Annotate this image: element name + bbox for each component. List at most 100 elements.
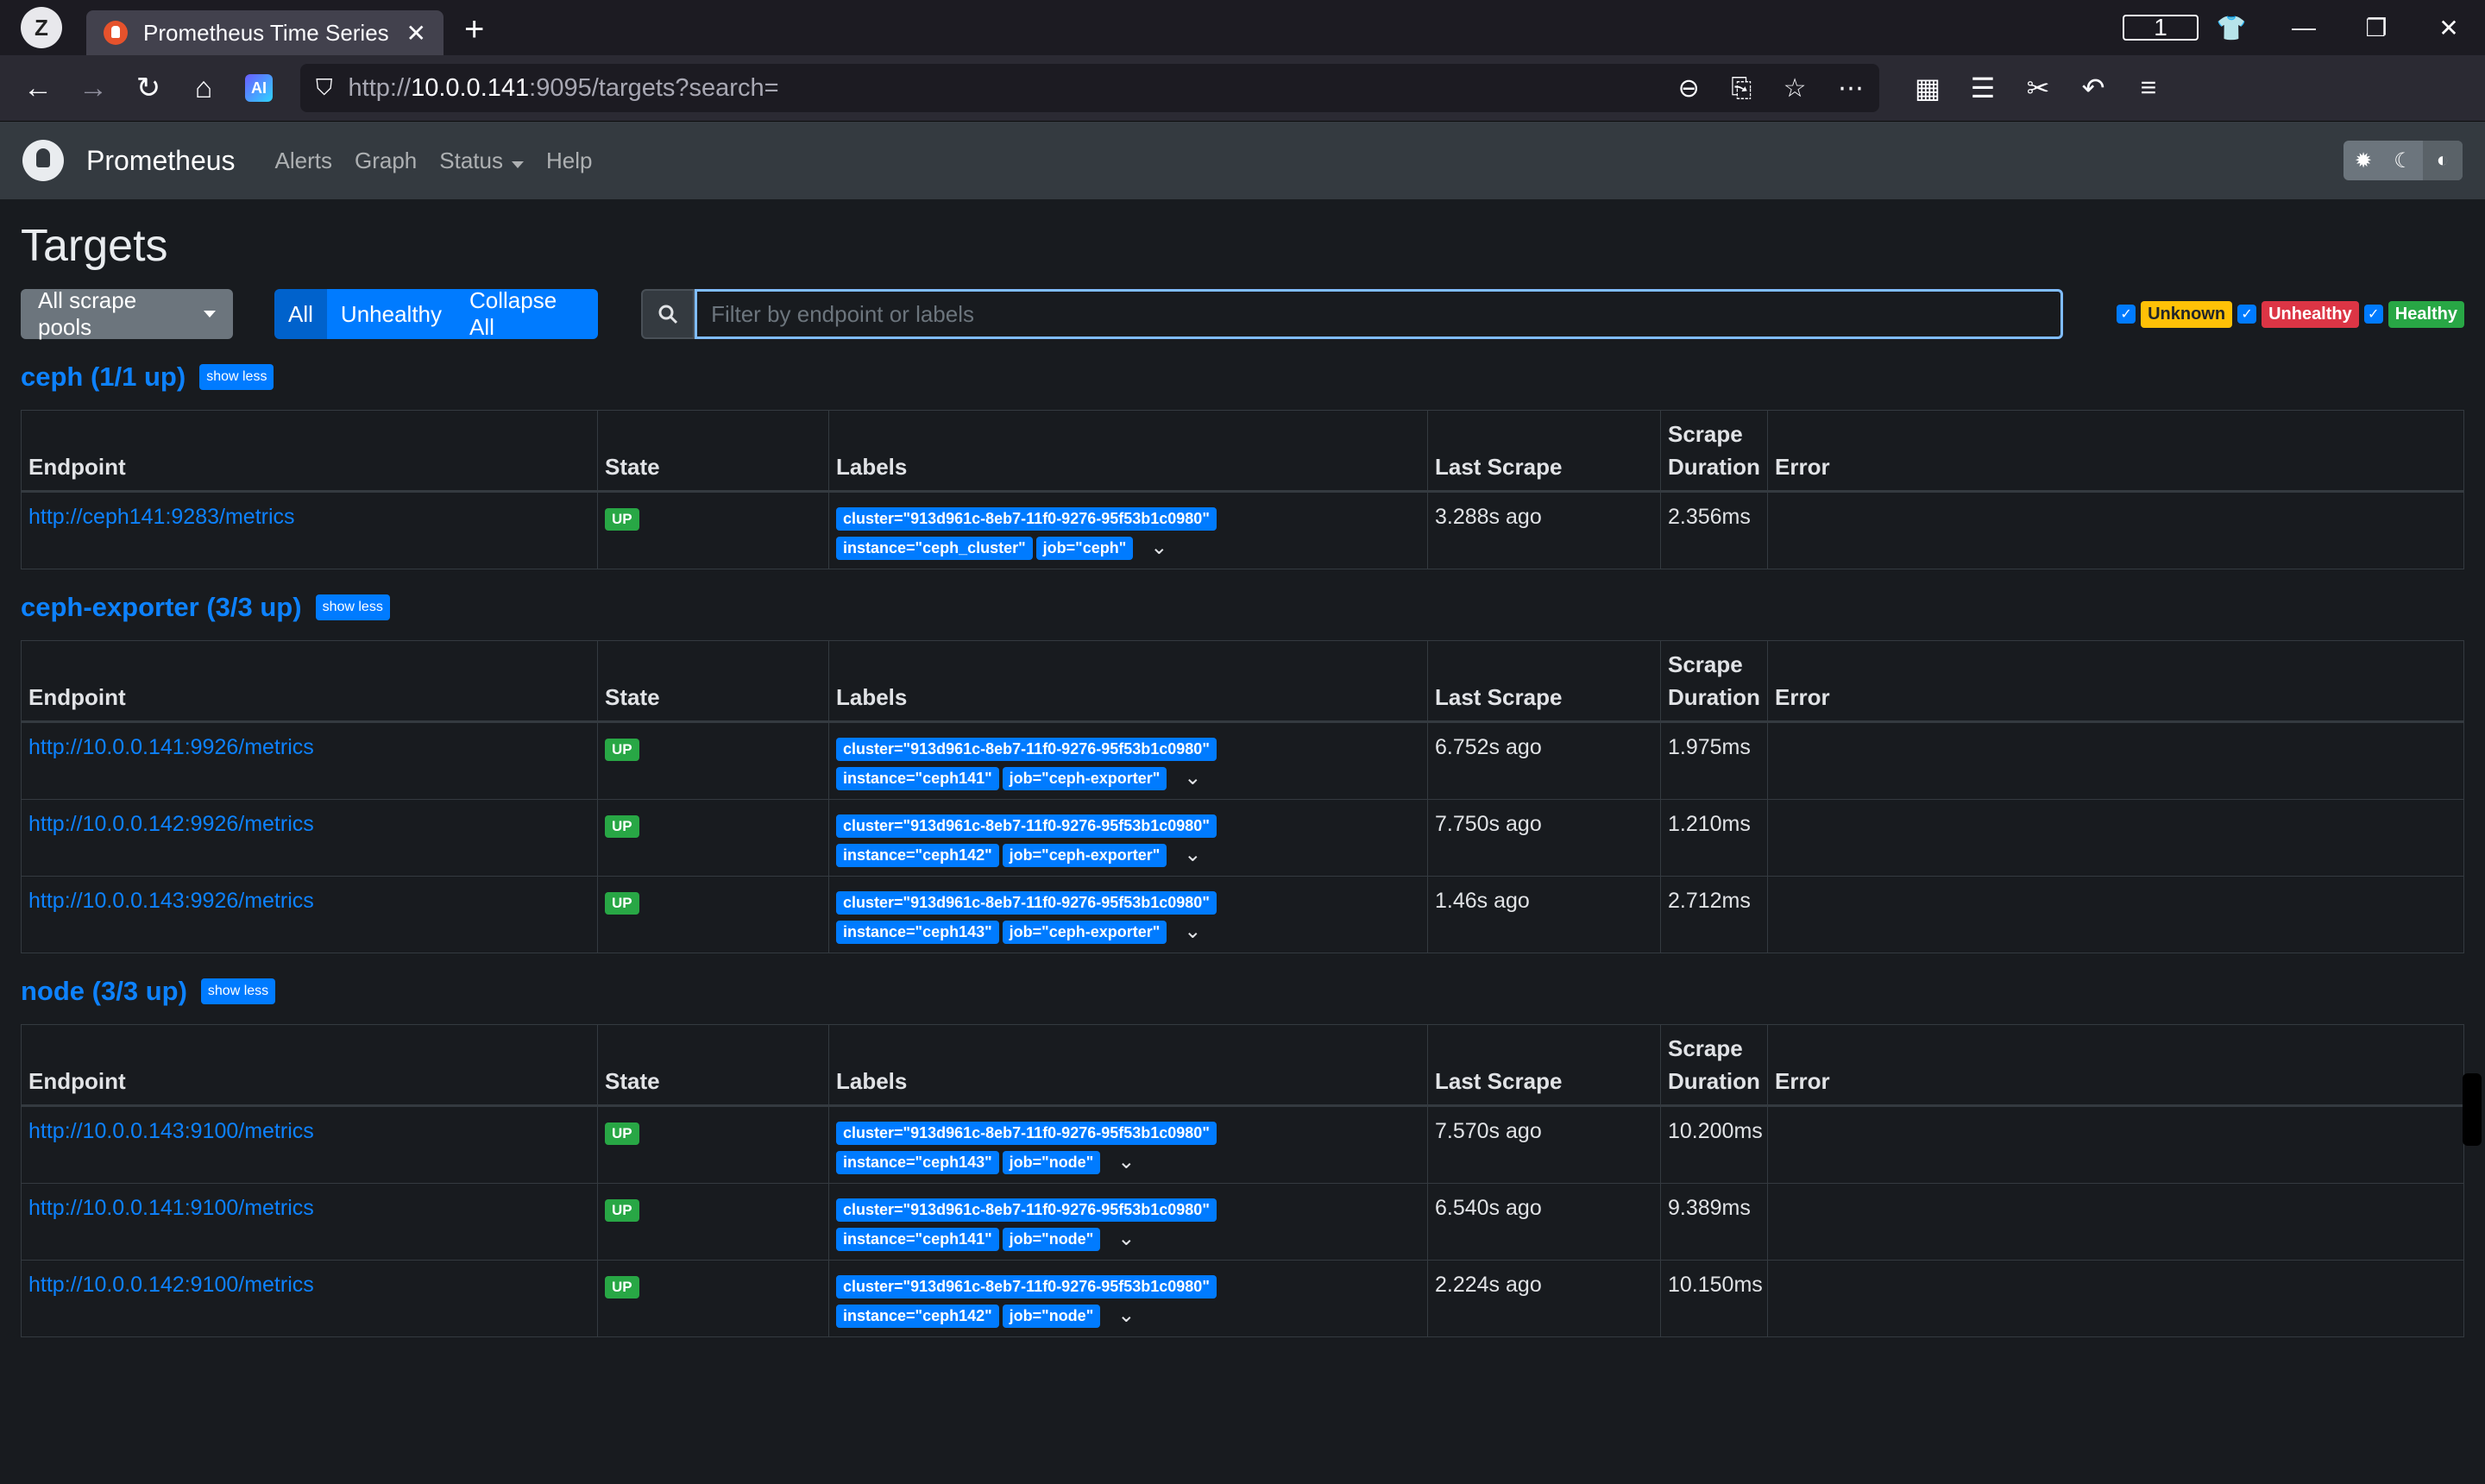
url-text[interactable]: http://10.0.0.141:9095/targets?search= xyxy=(349,74,1651,103)
endpoint-cell: http://10.0.0.142:9100/metrics xyxy=(21,1260,598,1337)
table-row: http://10.0.0.141:9100/metrics UP cluster=… xyxy=(21,1183,2464,1261)
chevron-down-icon[interactable]: ⌄ xyxy=(1184,842,1201,867)
shirt-icon[interactable]: 👕 xyxy=(2195,14,2268,42)
healthy-checkbox[interactable]: ✓ xyxy=(2363,305,2383,324)
chevron-down-icon[interactable]: ⌄ xyxy=(1117,1149,1135,1174)
label-badge: job="node" xyxy=(1002,1228,1101,1251)
endpoint-link[interactable]: http://10.0.0.143:9100/metrics xyxy=(28,1119,314,1143)
site-security-icon[interactable]: ⛉ xyxy=(316,74,333,102)
pool-title[interactable]: node (3/3 up) xyxy=(21,976,187,1007)
scrape-duration-cell: 1.210ms xyxy=(1660,799,1768,877)
targets-table: Endpoint State Labels Last Scrape Scrape Dura… xyxy=(21,1024,2464,1337)
col-last-scrape: Last Scrape xyxy=(1427,640,1661,723)
nav-graph[interactable]: Graph xyxy=(355,148,417,174)
scrape-pools-dropdown[interactable]: All scrape pools xyxy=(21,287,234,340)
forward-icon[interactable]: → xyxy=(66,72,121,105)
state-badge: UP xyxy=(605,508,639,531)
translate-icon[interactable]: ⎘ xyxy=(1731,74,1752,103)
state-cell: UP xyxy=(597,876,829,953)
show-less-button[interactable]: show less xyxy=(200,978,276,1004)
chevron-down-icon[interactable]: ⌄ xyxy=(1184,765,1201,790)
nav-alerts[interactable]: Alerts xyxy=(275,148,332,174)
pool-title[interactable]: ceph (1/1 up) xyxy=(21,362,186,393)
ai-assistant-icon[interactable]: AI xyxy=(245,74,273,102)
extensions-grid-icon[interactable]: ▦ xyxy=(1900,72,1955,104)
home-icon[interactable]: ⌂ xyxy=(176,72,231,105)
filter-all-button[interactable]: All xyxy=(274,289,327,339)
light-theme-sun-icon[interactable]: ✹ xyxy=(2343,141,2383,180)
restore-icon[interactable]: ❐ xyxy=(2340,14,2413,42)
collapse-all-button[interactable]: Collapse All xyxy=(456,289,599,339)
undo-icon[interactable]: ↶ xyxy=(2066,72,2121,104)
last-scrape-cell: 1.46s ago xyxy=(1427,876,1661,953)
endpoint-link[interactable]: http://10.0.0.142:9100/metrics xyxy=(28,1273,314,1297)
label-badge: instance="ceph_cluster" xyxy=(836,537,1033,560)
pool-header: ceph-exporter (3/3 up) show less xyxy=(21,590,2464,625)
bookmark-star-icon[interactable]: ☆ xyxy=(1784,74,1807,103)
theme-toggle: ✹ ☾ ◐ xyxy=(2343,141,2463,180)
scrape-pool: ceph (1/1 up) show less Endpoint State Label… xyxy=(21,360,2464,569)
pool-title[interactable]: ceph-exporter (3/3 up) xyxy=(21,592,302,623)
labels-cell: cluster="913d961c-8eb7-11f0-9276-95f53b1… xyxy=(828,1105,1428,1184)
unhealthy-checkbox[interactable]: ✓ xyxy=(2237,305,2257,324)
table-row: http://10.0.0.142:9926/metrics UP cluster=… xyxy=(21,799,2464,877)
endpoint-link[interactable]: http://10.0.0.141:9100/metrics xyxy=(28,1196,314,1220)
labels-cell: cluster="913d961c-8eb7-11f0-9276-95f53b1… xyxy=(828,1260,1428,1337)
unknown-badge: Unknown xyxy=(2141,300,2233,328)
scrape-duration-cell: 1.975ms xyxy=(1660,721,1768,800)
search-group xyxy=(641,289,2064,339)
pool-header: ceph (1/1 up) show less xyxy=(21,360,2464,394)
dark-theme-moon-icon[interactable]: ☾ xyxy=(2383,141,2423,180)
chevron-down-icon[interactable]: ⌄ xyxy=(1117,1303,1135,1328)
error-cell xyxy=(1767,799,2464,877)
endpoint-link[interactable]: http://ceph141:9283/metrics xyxy=(28,505,295,529)
nav-status[interactable]: Status xyxy=(439,148,524,174)
table-header-row: Endpoint State Labels Last Scrape Scrape Dura… xyxy=(21,410,2464,493)
scrape-duration-cell: 2.356ms xyxy=(1660,491,1768,569)
nav-help[interactable]: Help xyxy=(546,148,592,174)
scrape-pools-label: All scrape pools xyxy=(38,287,137,340)
more-actions-icon[interactable]: ⋯ xyxy=(1838,74,1864,103)
show-less-button[interactable]: show less xyxy=(315,594,390,620)
zoom-icon[interactable]: ⊖ xyxy=(1678,74,1700,103)
col-last-scrape: Last Scrape xyxy=(1427,1024,1661,1107)
address-bar[interactable]: ⛉ http://10.0.0.141:9095/targets?search=… xyxy=(300,64,1879,112)
endpoint-link[interactable]: http://10.0.0.141:9926/metrics xyxy=(28,735,314,759)
close-tab-icon[interactable]: ✕ xyxy=(406,19,426,47)
minimize-icon[interactable]: — xyxy=(2268,14,2340,41)
unknown-checkbox[interactable]: ✓ xyxy=(2117,305,2136,324)
scrape-duration-cell: 9.389ms xyxy=(1660,1183,1768,1261)
chevron-down-icon[interactable]: ⌄ xyxy=(1117,1226,1135,1251)
filter-unhealthy-button[interactable]: Unhealthy xyxy=(326,289,456,339)
scrollbar-thumb[interactable] xyxy=(2463,1073,2482,1146)
prometheus-logo-icon[interactable] xyxy=(22,140,64,181)
close-window-icon[interactable]: ✕ xyxy=(2413,14,2485,42)
label-badge: job="ceph-exporter" xyxy=(1002,921,1167,944)
chevron-down-icon[interactable]: ⌄ xyxy=(1184,919,1201,944)
scrape-pool: ceph-exporter (3/3 up) show less Endpoint S… xyxy=(21,590,2464,953)
tab-count-button[interactable]: 1 xyxy=(2123,14,2199,41)
back-icon[interactable]: ← xyxy=(10,72,66,105)
state-badge: UP xyxy=(605,739,639,761)
show-less-button[interactable]: show less xyxy=(199,364,274,390)
label-badge: job="ceph-exporter" xyxy=(1002,844,1167,867)
label-badge: cluster="913d961c-8eb7-11f0-9276-95f53b1… xyxy=(836,814,1217,838)
browser-tab[interactable]: Prometheus Time Series Co ✕ xyxy=(86,10,444,55)
screenshot-scissors-icon[interactable]: ✂ xyxy=(2010,72,2066,104)
col-endpoint: Endpoint xyxy=(21,410,598,493)
bookmarks-list-icon[interactable]: ☰ xyxy=(1955,72,2010,104)
menu-icon[interactable]: ≡ xyxy=(2121,72,2176,104)
endpoint-cell: http://ceph141:9283/metrics xyxy=(21,491,598,569)
reload-icon[interactable]: ↻ xyxy=(121,71,176,105)
browser-nav-bar: ← → ↻ ⌂ AI ⛉ http://10.0.0.141:9095/targ… xyxy=(0,55,2485,122)
browser-theme-contrast-icon[interactable]: ◐ xyxy=(2423,141,2463,180)
endpoint-link[interactable]: http://10.0.0.143:9926/metrics xyxy=(28,889,314,913)
endpoint-link[interactable]: http://10.0.0.142:9926/metrics xyxy=(28,812,314,836)
profile-avatar[interactable]: Z xyxy=(21,7,62,48)
last-scrape-cell: 3.288s ago xyxy=(1427,491,1661,569)
col-state: State xyxy=(597,640,829,723)
chevron-down-icon[interactable]: ⌄ xyxy=(1150,535,1167,560)
search-input[interactable] xyxy=(695,289,2064,339)
brand-link[interactable]: Prometheus xyxy=(86,145,236,177)
new-tab-icon[interactable]: + xyxy=(464,10,484,49)
